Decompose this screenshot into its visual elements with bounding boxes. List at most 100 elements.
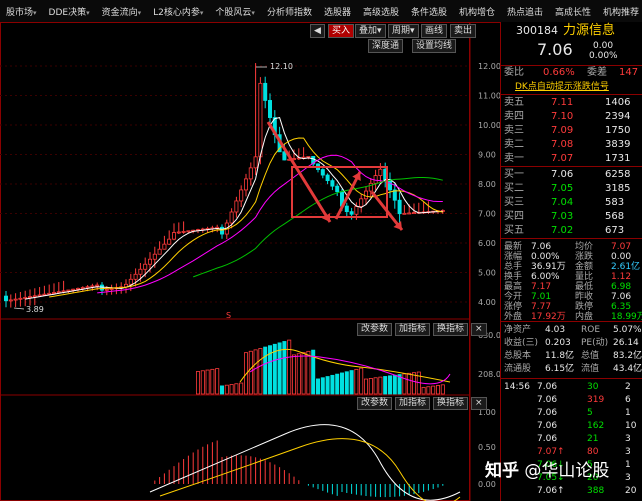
ma-settings-button[interactable]: 设置均线 (412, 39, 457, 53)
menu-item[interactable]: 股市场▾ (0, 5, 43, 18)
chevron-down-icon: ▾ (251, 8, 255, 17)
volume-close-icon[interactable]: × (471, 323, 487, 336)
candle-body (363, 190, 368, 200)
macd-close-icon[interactable]: × (471, 397, 487, 410)
overlay-button[interactable]: 叠加▾ (355, 24, 386, 38)
candle-body (181, 230, 186, 233)
menu-item[interactable]: 高成长性 (549, 5, 597, 18)
candle-body (42, 293, 47, 296)
candle-body (320, 169, 325, 176)
tick-count: 3 (625, 473, 631, 483)
bid-row: 买一 7.06 6258 (501, 168, 642, 182)
volume-bar (234, 383, 239, 395)
stats-value: 17.92万 (531, 312, 566, 322)
top-menu-bar: 股市场▾ DDE决策▾ 资金流向▾ L2核心内参▾ 个股风云▾ 分析师指数 选股器 高级选股条… (0, 0, 642, 23)
webi-label: 委比 (504, 67, 524, 78)
tick-row: 7.06 319 6 (501, 393, 642, 407)
ask-row: 卖四 7.10 2394 (501, 110, 642, 124)
webi-row: 委比 0.66% 委差 147 (501, 66, 642, 80)
volume-bar (253, 349, 258, 395)
candle-body (171, 232, 176, 240)
volume-add-indicator-button[interactable]: 加指标 (395, 323, 431, 336)
macd-pane-toolbar: 改参数 加指标 换指标 × (357, 397, 487, 410)
candle-body (263, 82, 268, 101)
volume-bar (368, 377, 373, 395)
menu-item[interactable]: L2核心内参▾ (147, 5, 209, 18)
watermark: 知乎 @华山论股 (485, 456, 609, 481)
macd-edit-params-button[interactable]: 改参数 (357, 397, 393, 410)
tick-count: 3 (625, 447, 631, 457)
menu-item[interactable]: 条件选股 (405, 5, 453, 18)
sell-button[interactable]: 卖出 (450, 24, 477, 38)
toolbar-left-arrow[interactable]: ◀ (310, 24, 325, 38)
menu-item-label: 高成长性 (555, 7, 592, 18)
stats-value: 18.99万 (611, 312, 642, 322)
signal-link[interactable]: DK点自动提示涨跌信号 (515, 80, 609, 94)
draw-button[interactable]: 画线 (421, 24, 448, 38)
price-tick-label: 9.00 (478, 151, 496, 160)
volume-bar (402, 373, 407, 395)
price-tick-label: 5.00 (478, 269, 496, 278)
kline-chart[interactable]: 12.00 11.00 10.00 9.00 8.00 7.00 6.00 5.00 4.00 1… (0, 22, 500, 501)
volume-switch-indicator-button[interactable]: 换指标 (433, 323, 469, 336)
macd-add-indicator-button[interactable]: 加指标 (395, 397, 431, 410)
buy-button[interactable]: 买入 (328, 24, 355, 38)
menu-item[interactable]: 机构推荐 (597, 5, 642, 18)
candle-body (104, 288, 109, 291)
zhihu-logo: 知乎 (485, 461, 519, 481)
menu-item[interactable]: 高级选股 (357, 5, 405, 18)
ask-price: 7.08 (551, 139, 574, 150)
volume-bar (392, 374, 397, 395)
menu-item[interactable]: 机构增仓 (453, 5, 501, 18)
period-button[interactable]: 周期▾ (388, 24, 419, 38)
fin-label: ROE (581, 325, 601, 335)
volume-bar (378, 376, 383, 395)
quote-panel: 300184 力源信息 7.06 0.00 0.00% 委比 0.66% 委差 … (500, 22, 642, 501)
fin-label: 流值 (581, 364, 600, 374)
stock-header: 300184 力源信息 (501, 24, 642, 40)
ask-row: 卖二 7.08 3839 (501, 138, 642, 152)
volume-bar (359, 367, 364, 395)
menu-item[interactable]: 分析师指数 (261, 5, 318, 18)
candle-body (344, 205, 349, 213)
volume-bar (354, 368, 359, 395)
ask-volume: 2394 (605, 111, 631, 122)
menu-item-label: 机构推荐 (603, 7, 640, 18)
volume-bar (248, 350, 253, 395)
fin-value: 43.4亿 (613, 364, 642, 374)
menu-item[interactable]: 热点追击 (501, 5, 549, 18)
candle-body (176, 231, 181, 234)
menu-item[interactable]: 个股风云▾ (209, 5, 261, 18)
volume-bar (291, 354, 296, 395)
menu-item[interactable]: DDE决策▾ (43, 5, 96, 18)
chart-area[interactable]: 12.00 11.00 10.00 9.00 8.00 7.00 6.00 5.00 4.00 1… (0, 22, 500, 501)
menu-item-label: 资金流向 (101, 7, 138, 18)
candle-body (219, 226, 224, 235)
financial-row: 总股本 11.8亿 总值 83.2亿 (501, 349, 642, 363)
menu-item[interactable]: 选股器 (318, 5, 357, 18)
tick-volume: 319 (587, 395, 605, 405)
candle-body (52, 292, 57, 294)
high-price-label: 12.10 (270, 62, 293, 71)
candle-body (397, 199, 402, 215)
menu-item-label: 选股器 (323, 7, 351, 18)
macd-switch-indicator-button[interactable]: 换指标 (433, 397, 469, 410)
signal-banner[interactable]: DK点自动提示涨跌信号 (501, 80, 642, 94)
volume-bar (301, 352, 306, 395)
menu-item[interactable]: 资金流向▾ (96, 5, 148, 18)
candle-body (378, 168, 383, 177)
volume-bar (320, 377, 325, 395)
stats-label: 内盘 (575, 312, 594, 322)
ask-row: 卖一 7.07 1731 (501, 152, 642, 166)
depth-button[interactable]: 深度通 (368, 39, 404, 53)
webi-value: 0.66% (543, 67, 575, 78)
bid-price: 7.03 (551, 211, 574, 222)
tick-price: 7.06↑ (537, 486, 565, 496)
candle-body (243, 178, 248, 191)
bid-price: 7.06 (551, 169, 574, 180)
tick-price: 7.06 (537, 434, 558, 444)
price-tick-label: 7.00 (478, 210, 496, 219)
bid-label: 买一 (504, 169, 524, 180)
menu-item-label: L2核心内参 (153, 7, 200, 18)
volume-edit-params-button[interactable]: 改参数 (357, 323, 393, 336)
